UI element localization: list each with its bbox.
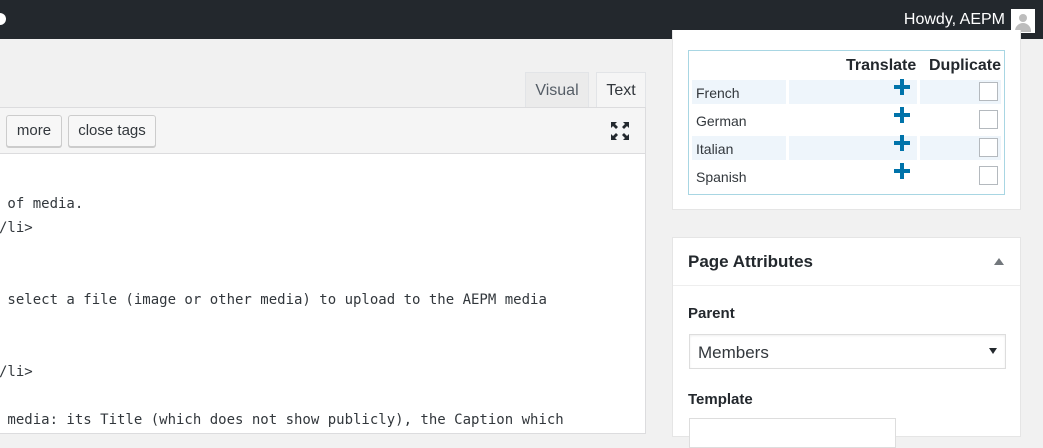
language-row-german: German <box>692 106 1001 132</box>
language-row-french: French <box>692 78 1001 104</box>
close-tags-button[interactable]: close tags <box>68 115 156 147</box>
plus-icon[interactable] <box>893 162 911 180</box>
duplicate-checkbox-italian[interactable] <box>979 138 998 157</box>
more-button[interactable]: more <box>6 115 62 147</box>
template-label: Template <box>688 391 753 408</box>
content-textarea[interactable]: of media. /li> select a file (image or o… <box>0 154 646 434</box>
parent-label: Parent <box>688 305 735 322</box>
language-name: Italian <box>696 141 734 157</box>
code-line: select a file (image or other media) to … <box>0 292 547 308</box>
quicktags-toolbar: more close tags <box>0 107 646 154</box>
language-name: German <box>696 113 747 129</box>
code-line: /li> <box>0 220 33 236</box>
code-line: of media. <box>0 196 84 212</box>
template-select[interactable] <box>689 418 896 448</box>
translation-box: Translate Duplicate French German Italia… <box>672 30 1021 210</box>
parent-select[interactable]: Members <box>689 334 1006 369</box>
user-greeting[interactable]: Howdy, AEPM <box>904 11 1005 29</box>
chevron-down-icon <box>989 348 997 354</box>
tab-text[interactable]: Text <box>596 72 646 107</box>
code-line: /li> <box>0 364 33 380</box>
language-row-italian: Italian <box>692 134 1001 160</box>
page-attributes-title: Page Attributes <box>688 252 814 271</box>
plus-icon[interactable] <box>893 106 911 124</box>
language-name: Spanish <box>696 169 747 185</box>
plus-icon[interactable] <box>893 78 911 96</box>
duplicate-checkbox-french[interactable] <box>979 82 998 101</box>
language-row-spanish: Spanish <box>692 162 1001 188</box>
translation-table: Translate Duplicate French German Italia… <box>688 50 1005 195</box>
duplicate-checkbox-spanish[interactable] <box>979 166 998 185</box>
language-name: French <box>696 85 740 101</box>
avatar-head <box>1019 14 1027 22</box>
plus-icon[interactable] <box>893 134 911 152</box>
page-attributes-header[interactable]: Page Attributes <box>673 238 1020 286</box>
translate-header: Translate <box>846 57 917 74</box>
duplicate-checkbox-german[interactable] <box>979 110 998 129</box>
fullscreen-icon[interactable] <box>610 121 630 141</box>
duplicate-header: Duplicate <box>929 57 1002 74</box>
wp-logo-icon[interactable] <box>0 13 6 25</box>
page-attributes-box: Page Attributes Parent Members Template <box>672 237 1021 448</box>
tab-visual[interactable]: Visual <box>525 72 589 107</box>
parent-select-value: Members <box>698 343 769 362</box>
triangle-up-icon[interactable] <box>994 258 1004 265</box>
